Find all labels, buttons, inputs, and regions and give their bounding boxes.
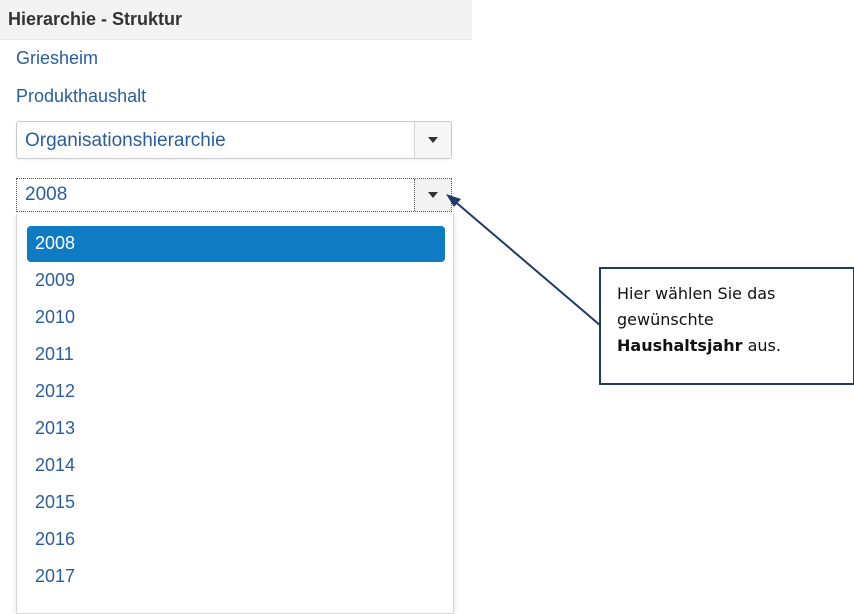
callout-line-3: Haushaltsjahr aus. <box>617 333 839 359</box>
callout-line-1: Hier wählen Sie das <box>617 284 776 303</box>
callout-line-3-rest: aus. <box>742 336 781 355</box>
callout-emphasis: Haushaltsjahr <box>617 336 743 355</box>
instruction-callout: Hier wählen Sie das gewünschte Haushalts… <box>599 267 854 385</box>
callout-line-2: gewünschte <box>617 310 714 329</box>
